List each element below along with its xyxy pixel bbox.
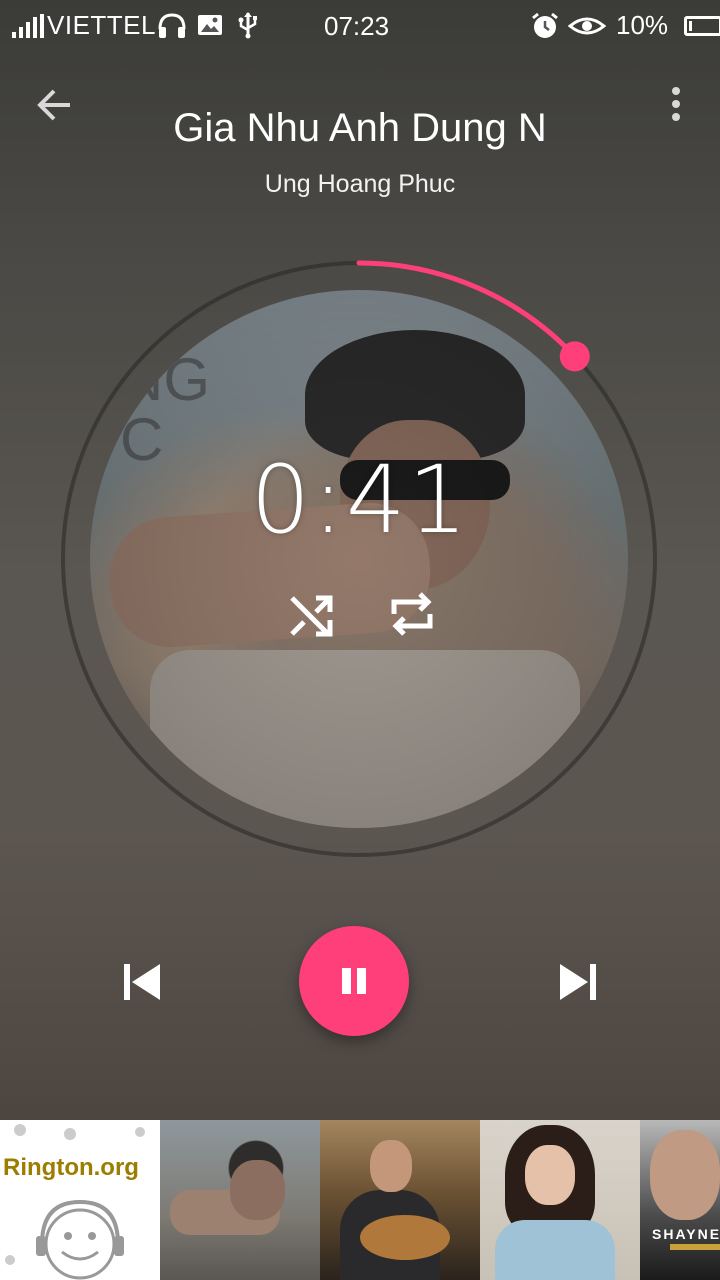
queue-item[interactable]: SHAYNE [640, 1120, 720, 1280]
thumb-art-head [370, 1140, 412, 1192]
skip-next-icon [560, 964, 596, 1000]
queue-item[interactable] [320, 1120, 480, 1280]
image-icon [198, 15, 222, 35]
thumb-art-guitar [360, 1215, 450, 1260]
queue-item[interactable] [480, 1120, 640, 1280]
album-art: NGC [90, 290, 628, 828]
thumb-art-face [525, 1145, 575, 1205]
pause-button[interactable] [299, 926, 409, 1036]
thumb-art-face [650, 1130, 720, 1220]
shuffle-icon [290, 595, 333, 637]
usb-icon [238, 12, 257, 39]
status-clock: 07:23 [324, 11, 390, 41]
battery-icon [684, 15, 720, 36]
queue-item[interactable]: Rington.org [0, 1120, 160, 1280]
more-options-button[interactable] [656, 80, 696, 130]
smiley-headphones-icon [5, 1124, 145, 1280]
eye-icon [568, 17, 606, 34]
pause-bar-left [342, 968, 351, 994]
song-artist: Ung Hoang Phuc [264, 170, 456, 198]
signal-icon [12, 14, 44, 38]
status-icons-right: 10% [530, 10, 720, 41]
thumb-art-stripe [670, 1244, 720, 1250]
previous-button[interactable] [118, 958, 166, 1006]
queue-item-artist-label: SHAYNE [652, 1226, 720, 1242]
queue-strip[interactable]: Rington.org SHAYNE [0, 1120, 720, 1280]
status-icons-left [157, 11, 263, 39]
art-vignette [90, 290, 628, 828]
next-button[interactable] [554, 958, 602, 1006]
queue-item[interactable] [160, 1120, 320, 1280]
carrier-name: VIETTEL [47, 10, 156, 40]
headphones-icon [158, 13, 186, 38]
player-disc: NGC 0:41 [0, 250, 720, 870]
skip-previous-icon [124, 964, 160, 1000]
more-vert-icon [672, 87, 680, 121]
pause-bar-right [357, 968, 366, 994]
repeat-icon [391, 592, 433, 636]
repeat-button[interactable] [386, 588, 438, 640]
thumb-art-face [230, 1160, 285, 1220]
alarm-icon [532, 12, 558, 38]
shuffle-button[interactable] [286, 590, 336, 640]
battery-level-fill [689, 20, 693, 31]
song-title: Gia Nhu Anh Dung N [173, 106, 547, 150]
music-player-screen: VIETTEL 07:23 10% Gia Nhu Anh Dung N Ung… [0, 0, 720, 1280]
thumb-art-dress [495, 1220, 615, 1280]
elapsed-time: 0:41 [250, 446, 470, 555]
queue-item-logo-text: Rington.org [3, 1154, 139, 1181]
battery-percent: 10% [616, 10, 669, 40]
status-bar: VIETTEL 07:23 10% [0, 0, 720, 50]
